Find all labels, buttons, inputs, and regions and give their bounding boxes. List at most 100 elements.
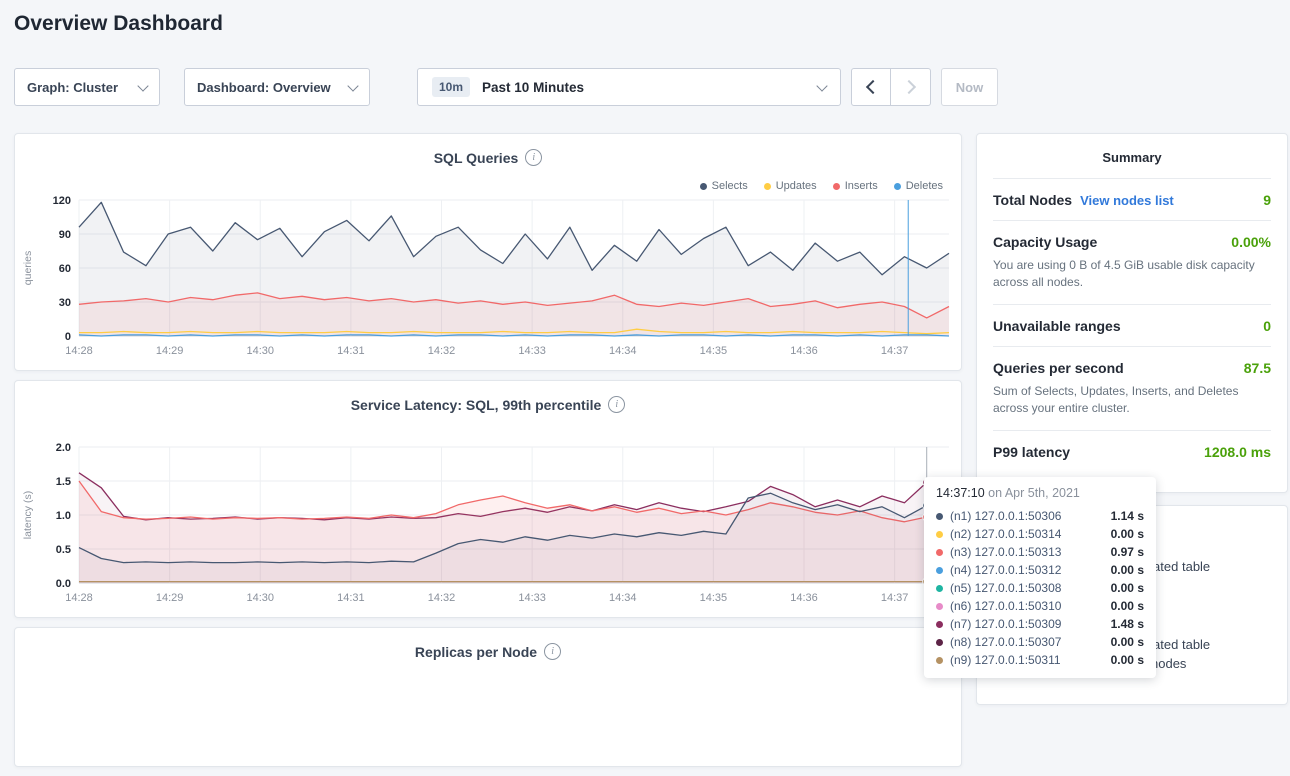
tooltip-node-label: (n2) 127.0.0.1:50314: [950, 527, 1061, 541]
time-range-selector[interactable]: 10m Past 10 Minutes: [417, 68, 841, 106]
svg-text:14:36: 14:36: [790, 345, 818, 357]
tooltip-row: (n6) 127.0.0.1:503100.00 s: [936, 597, 1144, 615]
svg-text:14:32: 14:32: [428, 592, 456, 604]
summary-value: 0: [1263, 318, 1271, 334]
tooltip-rows: (n1) 127.0.0.1:50306 1.14 s (n2) 127.0.0.1…: [936, 507, 1144, 669]
tooltip-row: (n2) 127.0.0.1:503140.00 s: [936, 525, 1144, 543]
svg-text:14:29: 14:29: [156, 592, 184, 604]
summary-value: 9: [1263, 192, 1271, 208]
tooltip-timestamp: 14:37:10 on Apr 5th, 2021: [936, 486, 1144, 500]
svg-text:14:35: 14:35: [700, 592, 728, 604]
time-range-label: Past 10 Minutes: [482, 80, 584, 95]
svg-text:14:32: 14:32: [428, 345, 456, 357]
chart-title: Service Latency: SQL, 99th percentile: [351, 397, 602, 413]
svg-text:14:33: 14:33: [518, 345, 546, 357]
event-item: nodes: [1151, 656, 1186, 671]
svg-text:1.5: 1.5: [56, 476, 71, 488]
svg-text:14:33: 14:33: [518, 592, 546, 604]
chart-hover-tooltip: 14:37:10 on Apr 5th, 2021 (n1) 127.0.0.1…: [924, 477, 1156, 678]
tooltip-node-value: 0.00 s: [1111, 599, 1144, 613]
svg-text:0.0: 0.0: [56, 578, 71, 590]
summary-row: Capacity Usage0.00%You are using 0 B of …: [993, 220, 1271, 304]
svg-text:120: 120: [53, 195, 71, 207]
series-dot-icon: [936, 549, 943, 556]
summary-value: 1208.0 ms: [1204, 444, 1271, 460]
overview-dashboard-page: Overview Dashboard Graph: Cluster Dashbo…: [0, 0, 1290, 689]
series-dot-icon: [936, 567, 943, 574]
tooltip-node-label: (n5) 127.0.0.1:50308: [950, 581, 1061, 595]
time-nav-buttons: [851, 68, 931, 106]
summary-value: 0.00%: [1231, 234, 1271, 250]
tooltip-node-label: (n1) 127.0.0.1:50306: [950, 509, 1061, 523]
charts-column: SQL Queries i SelectsUpdatesInsertsDelet…: [14, 133, 962, 776]
sql-queries-chart-card: SQL Queries i SelectsUpdatesInsertsDelet…: [14, 133, 962, 371]
series-dot-icon: [936, 513, 943, 520]
svg-text:0: 0: [65, 331, 71, 343]
summary-rows: Total NodesView nodes list9Capacity Usag…: [977, 178, 1287, 472]
summary-row: P99 latency 1208.0 ms: [993, 430, 1271, 472]
series-dot-icon: [936, 639, 943, 646]
tooltip-row: (n1) 127.0.0.1:50306 1.14 s: [936, 507, 1144, 525]
tooltip-node-value: 0.00 s: [1111, 581, 1144, 595]
chevron-down-icon: [816, 80, 827, 91]
chart-title-row: Service Latency: SQL, 99th percentile i: [15, 381, 961, 413]
info-icon[interactable]: i: [608, 396, 625, 413]
chevron-right-icon: [902, 80, 916, 94]
tooltip-row: (n7) 127.0.0.1:503091.48 s: [936, 615, 1144, 633]
info-icon[interactable]: i: [525, 149, 542, 166]
svg-text:0.5: 0.5: [56, 544, 71, 556]
svg-text:14:30: 14:30: [246, 345, 274, 357]
tooltip-row: (n3) 127.0.0.1:503130.97 s: [936, 543, 1144, 561]
sql-queries-chart[interactable]: 030609012014:2814:2914:3014:3114:3214:33…: [15, 190, 961, 362]
svg-text:14:31: 14:31: [337, 592, 365, 604]
tooltip-row: (n5) 127.0.0.1:50308 0.00 s: [936, 579, 1144, 597]
dashboard-dropdown[interactable]: Dashboard: Overview: [184, 68, 370, 106]
svg-text:14:34: 14:34: [609, 592, 637, 604]
svg-text:14:36: 14:36: [790, 592, 818, 604]
tooltip-node-value: 0.00 s: [1111, 653, 1144, 667]
service-latency-chart-card: Service Latency: SQL, 99th percentile i …: [14, 380, 962, 618]
series-dot-icon: [936, 585, 943, 592]
tooltip-node-value: 1.48 s: [1111, 617, 1144, 631]
summary-description: Sum of Selects, Updates, Inserts, and De…: [993, 383, 1265, 418]
service-latency-chart[interactable]: 0.00.51.01.52.014:2814:2914:3014:3114:32…: [15, 437, 961, 609]
svg-text:30: 30: [59, 297, 71, 309]
tooltip-row: (n8) 127.0.0.1:503070.00 s: [936, 633, 1144, 651]
svg-text:90: 90: [59, 229, 71, 241]
svg-text:14:34: 14:34: [609, 345, 637, 357]
legend-dot-icon: [700, 183, 707, 190]
summary-row: Queries per second87.5Sum of Selects, Up…: [993, 346, 1271, 430]
tooltip-node-label: (n9) 127.0.0.1:50311: [950, 653, 1061, 667]
now-button[interactable]: Now: [941, 68, 998, 106]
tooltip-time: 14:37:10: [936, 486, 985, 500]
summary-row: Unavailable ranges0: [993, 304, 1271, 346]
svg-text:60: 60: [59, 263, 71, 275]
legend-dot-icon: [764, 183, 771, 190]
tooltip-row: (n4) 127.0.0.1:503120.00 s: [936, 561, 1144, 579]
info-icon[interactable]: i: [544, 643, 561, 660]
graph-dropdown[interactable]: Graph: Cluster: [14, 68, 160, 106]
summary-title: Summary: [977, 134, 1287, 178]
summary-row: Total NodesView nodes list9: [993, 178, 1271, 220]
view-nodes-link[interactable]: View nodes list: [1080, 193, 1174, 208]
svg-text:queries: queries: [22, 251, 34, 285]
series-dot-icon: [936, 531, 943, 538]
series-dot-icon: [936, 657, 943, 664]
chevron-down-icon: [347, 80, 358, 91]
legend-dot-icon: [894, 183, 901, 190]
svg-text:14:28: 14:28: [65, 592, 93, 604]
svg-text:14:35: 14:35: [700, 345, 728, 357]
series-dot-icon: [936, 621, 943, 628]
summary-label: Capacity Usage: [993, 234, 1097, 250]
time-next-button[interactable]: [891, 68, 931, 106]
summary-value: 87.5: [1244, 360, 1271, 376]
tooltip-node-value: 1.14 s: [1111, 509, 1144, 523]
tooltip-date: on Apr 5th, 2021: [985, 486, 1080, 500]
chart-title-row: Replicas per Node i: [15, 628, 961, 660]
dashboard-dropdown-label: Dashboard: Overview: [197, 80, 331, 95]
summary-label: P99 latency: [993, 444, 1070, 460]
svg-text:2.0: 2.0: [56, 442, 71, 454]
tooltip-node-value: 0.97 s: [1111, 545, 1144, 559]
time-prev-button[interactable]: [851, 68, 891, 106]
tooltip-node-value: 0.00 s: [1111, 563, 1144, 577]
